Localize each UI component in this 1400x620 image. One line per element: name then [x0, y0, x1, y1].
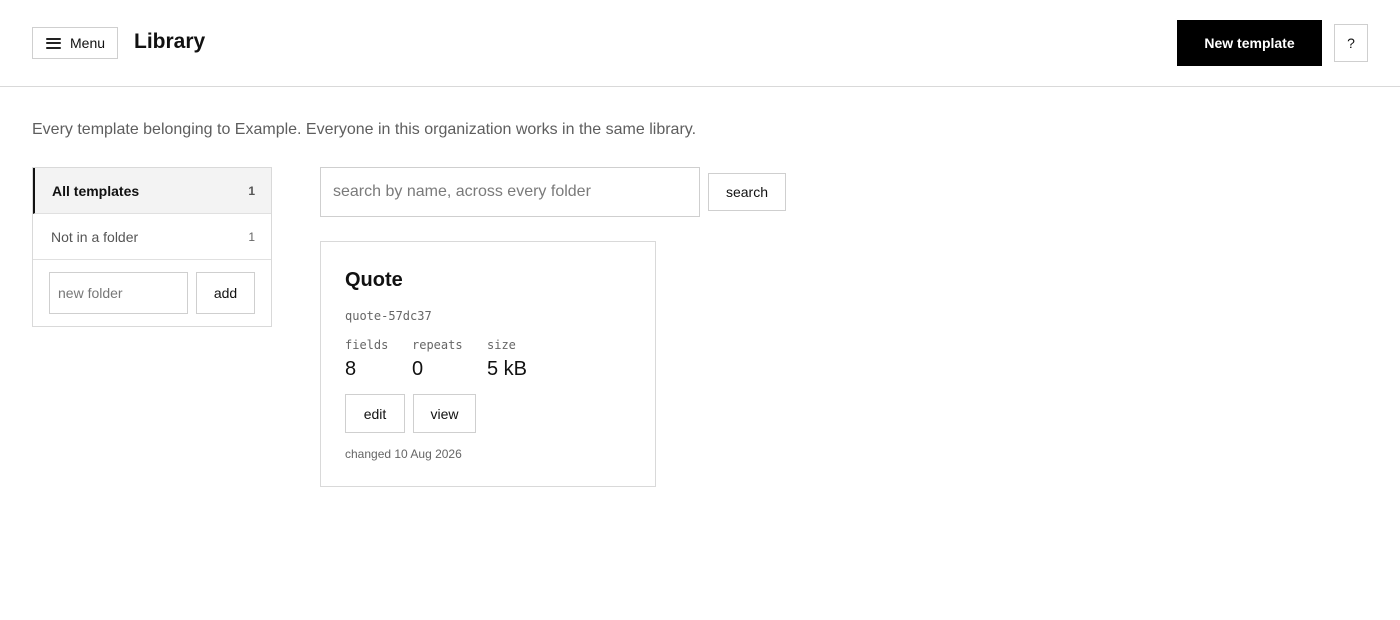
template-name: Quote [345, 269, 403, 291]
help-button[interactable]: ? [1334, 24, 1368, 62]
stat-label: repeats [412, 338, 463, 352]
page-title: Library [134, 30, 206, 53]
new-folder-input[interactable] [49, 272, 188, 314]
folder-sidebar: All templates 1 Not in a folder 1 add [32, 167, 272, 327]
changed-date: changed 10 Aug 2026 [345, 447, 462, 461]
stat-size: size 5 kB [487, 338, 527, 381]
stat-label: size [487, 338, 516, 352]
menu-button[interactable]: Menu [32, 27, 118, 59]
view-button[interactable]: view [413, 394, 476, 433]
sidebar-item-all-templates[interactable]: All templates 1 [33, 168, 271, 214]
menu-button-label: Menu [70, 35, 106, 51]
stat-repeats: repeats 0 [412, 338, 463, 381]
sidebar-item-count: 1 [248, 229, 255, 244]
sidebar-item-label: Not in a folder [51, 228, 139, 245]
top-bar: Menu Library New template ? [0, 0, 1400, 87]
stat-fields: fields 8 [345, 338, 388, 381]
search-input[interactable] [320, 167, 700, 217]
stat-value: 8 [345, 358, 357, 380]
template-slug: quote-57dc37 [345, 309, 432, 323]
add-folder-button[interactable]: add [196, 272, 255, 314]
sidebar-item-label: All templates [52, 182, 140, 199]
hamburger-icon [46, 37, 61, 49]
template-card: Quote quote-57dc37 fields 8 repeats 0 si… [320, 241, 656, 487]
sidebar-item-not-in-folder[interactable]: Not in a folder 1 [33, 214, 271, 260]
edit-button[interactable]: edit [345, 394, 405, 433]
intro-text: Every template belonging to Example. Eve… [32, 121, 697, 138]
new-template-button[interactable]: New template [1177, 20, 1322, 66]
stat-value: 0 [412, 358, 424, 380]
stat-value: 5 kB [487, 358, 528, 380]
stat-label: fields [345, 338, 389, 352]
search-button[interactable]: search [708, 173, 786, 211]
new-folder-form: add [49, 272, 255, 314]
sidebar-item-count: 1 [248, 183, 255, 198]
